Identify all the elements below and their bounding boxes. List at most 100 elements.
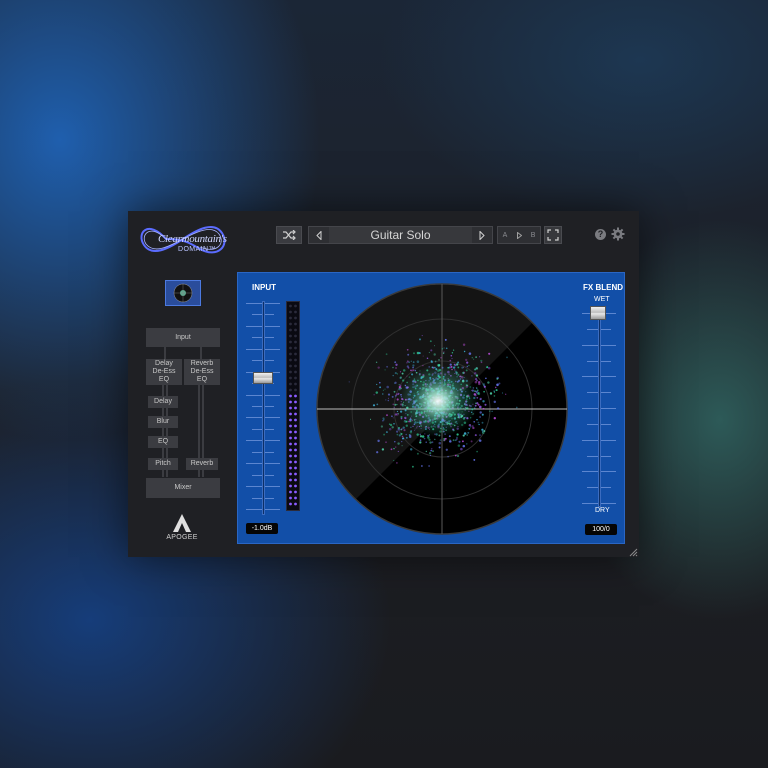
scope-particle — [382, 393, 384, 395]
scope-particle — [431, 441, 434, 444]
meter-segment — [289, 328, 292, 332]
scope-particle — [493, 390, 495, 392]
scope-particle — [467, 431, 470, 434]
scope-particle — [471, 356, 474, 359]
scope-particle — [412, 366, 415, 369]
meter-segment — [289, 364, 292, 368]
meter-segment — [289, 502, 292, 506]
copy-arrow-icon[interactable] — [516, 231, 522, 239]
scope-particle — [429, 441, 432, 444]
chain-delay[interactable]: Delay — [148, 396, 178, 408]
scope-particle — [388, 427, 392, 431]
scope-particle — [428, 465, 430, 467]
meter-segment — [289, 316, 292, 320]
scope-particle — [377, 366, 380, 369]
scope-particle — [379, 386, 382, 389]
scope-particle — [396, 373, 398, 375]
resize-grip-icon[interactable] — [628, 547, 638, 557]
help-icon[interactable]: ? — [595, 229, 606, 240]
scope-particle — [400, 432, 403, 435]
scope-particle — [416, 360, 420, 363]
scope-particle — [488, 352, 491, 355]
scope-particle — [394, 372, 397, 375]
meter-segment — [289, 352, 292, 356]
next-preset-button[interactable] — [474, 227, 490, 243]
chain-delay-group[interactable]: Delay De-Ess EQ — [146, 359, 182, 385]
ab-a-button[interactable]: A — [503, 232, 508, 239]
expand-button[interactable] — [544, 226, 562, 244]
scope-particle — [393, 459, 395, 462]
input-fader-track[interactable] — [262, 301, 265, 515]
scope-particle — [410, 360, 412, 362]
scope-particle — [392, 366, 394, 369]
chain-input[interactable]: Input — [146, 328, 220, 347]
meter-segment — [289, 346, 292, 350]
scope-particle — [494, 386, 497, 389]
scope-particle — [412, 361, 415, 363]
fx-blend-handle[interactable] — [590, 306, 606, 320]
scope-particle — [453, 363, 456, 366]
scope-particle — [401, 428, 403, 430]
chain-pitch[interactable]: Pitch — [148, 458, 178, 470]
scope-particle — [483, 390, 485, 393]
scope-particle — [471, 375, 473, 377]
meter-segment — [289, 424, 292, 428]
view-thumbnail-button[interactable] — [165, 280, 201, 306]
scope-particle — [501, 392, 504, 394]
shuffle-button[interactable] — [276, 226, 302, 244]
scope-particle — [486, 366, 489, 369]
scope-particle — [466, 443, 468, 445]
scope-particle — [419, 435, 423, 438]
scope-particle — [433, 353, 436, 356]
chain-reverb-group[interactable]: Reverb De-Ess EQ — [184, 359, 220, 385]
scope-particle — [441, 348, 444, 350]
meter-segment — [289, 334, 292, 338]
input-fader-handle[interactable] — [253, 372, 273, 384]
preset-name[interactable]: Guitar Solo — [329, 227, 472, 243]
gear-icon[interactable] — [611, 227, 625, 241]
scope-particle — [398, 384, 400, 386]
scope-particle — [399, 376, 403, 379]
scope-particle — [438, 359, 440, 361]
chain-mixer[interactable]: Mixer — [146, 478, 220, 498]
scope-particle — [468, 365, 470, 367]
scope-particle — [391, 426, 394, 429]
meter-segment — [294, 478, 297, 482]
scope-particle — [386, 385, 389, 389]
chain-blur[interactable]: Blur — [148, 416, 178, 428]
chain-eq[interactable]: EQ — [148, 436, 178, 448]
scope-particle — [401, 372, 404, 375]
scope-particle — [475, 374, 479, 377]
chain-connector — [200, 347, 202, 359]
scope-particle — [438, 441, 442, 445]
scope-particle — [394, 394, 397, 397]
meter-segment — [294, 460, 297, 464]
logo-text: Clearmountain's — [158, 233, 227, 245]
scope-particle — [393, 422, 395, 425]
ab-b-button[interactable]: B — [531, 232, 536, 239]
scope-particle — [443, 351, 445, 353]
scope-particle — [377, 439, 380, 443]
scope-particle — [452, 349, 455, 351]
scope-particle — [411, 465, 414, 468]
scope-particle — [407, 353, 410, 356]
scope-particle — [476, 450, 478, 453]
scope-particle — [385, 353, 388, 356]
previous-preset-button[interactable] — [311, 227, 327, 243]
scope-particle — [443, 347, 445, 349]
meter-segment — [289, 496, 292, 500]
plugin-window: Clearmountain's DOMAIN™ Guitar Solo A B … — [128, 211, 639, 557]
scope-particle — [391, 395, 394, 398]
scope-particle — [452, 439, 455, 442]
scope-particle — [493, 400, 497, 404]
chain-reverb[interactable]: Reverb — [186, 458, 218, 470]
scope-particle — [406, 375, 408, 377]
input-gain-readout[interactable]: -1.0dB — [246, 523, 278, 534]
fx-blend-track[interactable] — [598, 307, 601, 507]
scope-particle — [410, 369, 412, 372]
scope-particle — [394, 381, 397, 384]
scope-particle — [460, 447, 463, 451]
scope-particle — [392, 417, 394, 419]
scope-particle — [473, 358, 475, 360]
fx-blend-readout[interactable]: 100/0 — [585, 524, 617, 535]
